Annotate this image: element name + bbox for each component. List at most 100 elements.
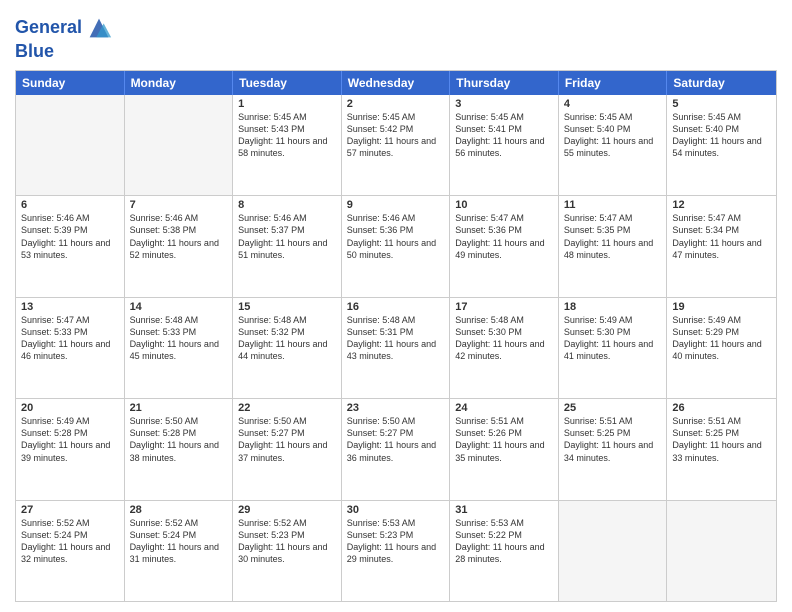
cal-cell: [16, 95, 125, 195]
cal-cell: 23Sunrise: 5:50 AMSunset: 5:27 PMDayligh…: [342, 399, 451, 499]
cal-cell: 25Sunrise: 5:51 AMSunset: 5:25 PMDayligh…: [559, 399, 668, 499]
cal-cell: 16Sunrise: 5:48 AMSunset: 5:31 PMDayligh…: [342, 298, 451, 398]
cal-cell: 9Sunrise: 5:46 AMSunset: 5:36 PMDaylight…: [342, 196, 451, 296]
day-number: 28: [130, 504, 228, 516]
day-number: 10: [455, 199, 553, 211]
day-number: 13: [21, 301, 119, 313]
day-number: 24: [455, 402, 553, 414]
cal-cell: 2Sunrise: 5:45 AMSunset: 5:42 PMDaylight…: [342, 95, 451, 195]
cal-cell: 20Sunrise: 5:49 AMSunset: 5:28 PMDayligh…: [16, 399, 125, 499]
day-number: 29: [238, 504, 336, 516]
day-number: 8: [238, 199, 336, 211]
day-number: 11: [564, 199, 662, 211]
day-number: 2: [347, 98, 445, 110]
cal-cell: 18Sunrise: 5:49 AMSunset: 5:30 PMDayligh…: [559, 298, 668, 398]
cell-info: Sunrise: 5:49 AMSunset: 5:29 PMDaylight:…: [672, 314, 771, 363]
day-number: 17: [455, 301, 553, 313]
header-day-thursday: Thursday: [450, 71, 559, 95]
day-number: 5: [672, 98, 771, 110]
cal-cell: 31Sunrise: 5:53 AMSunset: 5:22 PMDayligh…: [450, 501, 559, 601]
cal-cell: 29Sunrise: 5:52 AMSunset: 5:23 PMDayligh…: [233, 501, 342, 601]
calendar-header: SundayMondayTuesdayWednesdayThursdayFrid…: [16, 71, 776, 95]
day-number: 19: [672, 301, 771, 313]
day-number: 16: [347, 301, 445, 313]
cell-info: Sunrise: 5:47 AMSunset: 5:36 PMDaylight:…: [455, 212, 553, 261]
day-number: 22: [238, 402, 336, 414]
cal-cell: 27Sunrise: 5:52 AMSunset: 5:24 PMDayligh…: [16, 501, 125, 601]
cell-info: Sunrise: 5:53 AMSunset: 5:22 PMDaylight:…: [455, 517, 553, 566]
cell-info: Sunrise: 5:53 AMSunset: 5:23 PMDaylight:…: [347, 517, 445, 566]
cell-info: Sunrise: 5:45 AMSunset: 5:40 PMDaylight:…: [672, 111, 771, 160]
day-number: 31: [455, 504, 553, 516]
cal-cell: 14Sunrise: 5:48 AMSunset: 5:33 PMDayligh…: [125, 298, 234, 398]
cell-info: Sunrise: 5:46 AMSunset: 5:38 PMDaylight:…: [130, 212, 228, 261]
cell-info: Sunrise: 5:47 AMSunset: 5:33 PMDaylight:…: [21, 314, 119, 363]
logo-blue-text: Blue: [15, 42, 113, 62]
day-number: 15: [238, 301, 336, 313]
cal-cell: [667, 501, 776, 601]
cell-info: Sunrise: 5:47 AMSunset: 5:35 PMDaylight:…: [564, 212, 662, 261]
cell-info: Sunrise: 5:49 AMSunset: 5:28 PMDaylight:…: [21, 415, 119, 464]
day-number: 3: [455, 98, 553, 110]
day-number: 6: [21, 199, 119, 211]
cell-info: Sunrise: 5:46 AMSunset: 5:39 PMDaylight:…: [21, 212, 119, 261]
header-day-wednesday: Wednesday: [342, 71, 451, 95]
cell-info: Sunrise: 5:52 AMSunset: 5:23 PMDaylight:…: [238, 517, 336, 566]
cell-info: Sunrise: 5:45 AMSunset: 5:42 PMDaylight:…: [347, 111, 445, 160]
cal-cell: 21Sunrise: 5:50 AMSunset: 5:28 PMDayligh…: [125, 399, 234, 499]
cal-cell: 8Sunrise: 5:46 AMSunset: 5:37 PMDaylight…: [233, 196, 342, 296]
header-day-saturday: Saturday: [667, 71, 776, 95]
day-number: 26: [672, 402, 771, 414]
logo: General Blue: [15, 14, 113, 62]
page: General Blue SundayMondayTuesdayWednesda…: [0, 0, 792, 612]
cal-row-3: 13Sunrise: 5:47 AMSunset: 5:33 PMDayligh…: [16, 297, 776, 398]
cal-row-2: 6Sunrise: 5:46 AMSunset: 5:39 PMDaylight…: [16, 195, 776, 296]
cell-info: Sunrise: 5:48 AMSunset: 5:32 PMDaylight:…: [238, 314, 336, 363]
cal-cell: 13Sunrise: 5:47 AMSunset: 5:33 PMDayligh…: [16, 298, 125, 398]
logo-general: General: [15, 17, 82, 37]
cell-info: Sunrise: 5:48 AMSunset: 5:33 PMDaylight:…: [130, 314, 228, 363]
day-number: 9: [347, 199, 445, 211]
day-number: 21: [130, 402, 228, 414]
day-number: 4: [564, 98, 662, 110]
header-day-tuesday: Tuesday: [233, 71, 342, 95]
day-number: 18: [564, 301, 662, 313]
cal-row-1: 1Sunrise: 5:45 AMSunset: 5:43 PMDaylight…: [16, 95, 776, 195]
logo-text: General: [15, 18, 82, 38]
cell-info: Sunrise: 5:45 AMSunset: 5:41 PMDaylight:…: [455, 111, 553, 160]
day-number: 12: [672, 199, 771, 211]
cal-cell: 24Sunrise: 5:51 AMSunset: 5:26 PMDayligh…: [450, 399, 559, 499]
cell-info: Sunrise: 5:45 AMSunset: 5:40 PMDaylight:…: [564, 111, 662, 160]
cal-cell: 3Sunrise: 5:45 AMSunset: 5:41 PMDaylight…: [450, 95, 559, 195]
cell-info: Sunrise: 5:48 AMSunset: 5:31 PMDaylight:…: [347, 314, 445, 363]
cal-cell: [559, 501, 668, 601]
cal-cell: 19Sunrise: 5:49 AMSunset: 5:29 PMDayligh…: [667, 298, 776, 398]
cell-info: Sunrise: 5:45 AMSunset: 5:43 PMDaylight:…: [238, 111, 336, 160]
cal-cell: 7Sunrise: 5:46 AMSunset: 5:38 PMDaylight…: [125, 196, 234, 296]
header-day-monday: Monday: [125, 71, 234, 95]
day-number: 25: [564, 402, 662, 414]
cell-info: Sunrise: 5:46 AMSunset: 5:36 PMDaylight:…: [347, 212, 445, 261]
cell-info: Sunrise: 5:52 AMSunset: 5:24 PMDaylight:…: [130, 517, 228, 566]
cell-info: Sunrise: 5:51 AMSunset: 5:25 PMDaylight:…: [564, 415, 662, 464]
cal-cell: [125, 95, 234, 195]
cal-cell: 22Sunrise: 5:50 AMSunset: 5:27 PMDayligh…: [233, 399, 342, 499]
day-number: 1: [238, 98, 336, 110]
cal-cell: 26Sunrise: 5:51 AMSunset: 5:25 PMDayligh…: [667, 399, 776, 499]
cal-row-5: 27Sunrise: 5:52 AMSunset: 5:24 PMDayligh…: [16, 500, 776, 601]
cal-cell: 10Sunrise: 5:47 AMSunset: 5:36 PMDayligh…: [450, 196, 559, 296]
cal-cell: 1Sunrise: 5:45 AMSunset: 5:43 PMDaylight…: [233, 95, 342, 195]
cal-cell: 30Sunrise: 5:53 AMSunset: 5:23 PMDayligh…: [342, 501, 451, 601]
cal-row-4: 20Sunrise: 5:49 AMSunset: 5:28 PMDayligh…: [16, 398, 776, 499]
logo-icon: [85, 14, 113, 42]
cell-info: Sunrise: 5:52 AMSunset: 5:24 PMDaylight:…: [21, 517, 119, 566]
cell-info: Sunrise: 5:49 AMSunset: 5:30 PMDaylight:…: [564, 314, 662, 363]
calendar: SundayMondayTuesdayWednesdayThursdayFrid…: [15, 70, 777, 602]
day-number: 20: [21, 402, 119, 414]
cal-cell: 11Sunrise: 5:47 AMSunset: 5:35 PMDayligh…: [559, 196, 668, 296]
cal-cell: 6Sunrise: 5:46 AMSunset: 5:39 PMDaylight…: [16, 196, 125, 296]
cal-cell: 28Sunrise: 5:52 AMSunset: 5:24 PMDayligh…: [125, 501, 234, 601]
header: General Blue: [15, 10, 777, 62]
cal-cell: 5Sunrise: 5:45 AMSunset: 5:40 PMDaylight…: [667, 95, 776, 195]
cell-info: Sunrise: 5:48 AMSunset: 5:30 PMDaylight:…: [455, 314, 553, 363]
